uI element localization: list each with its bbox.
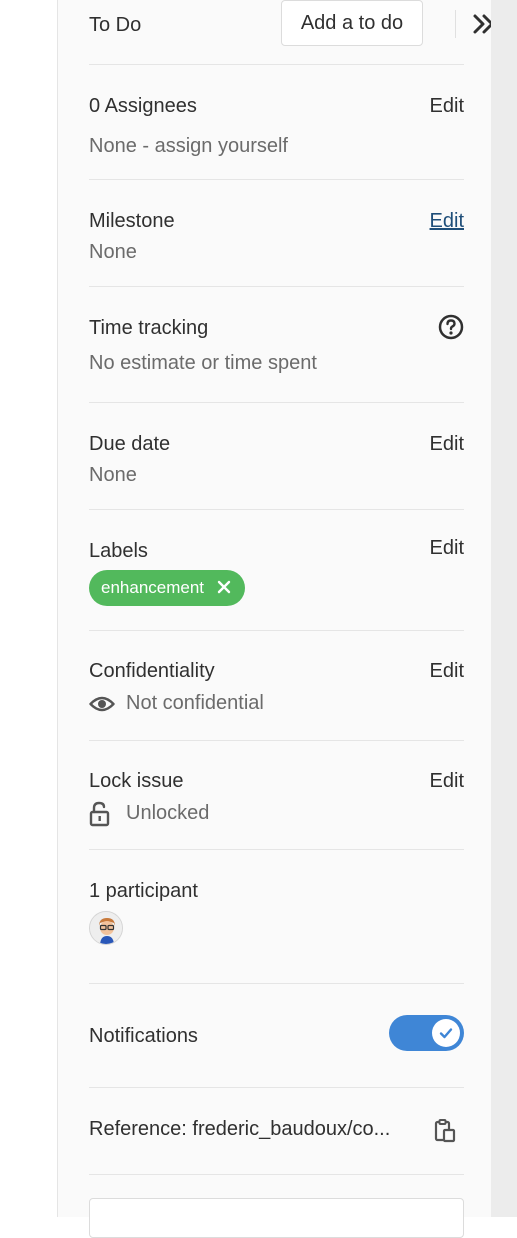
issue-sidebar: To Do Add a to do 0 Assignees Edit None … [57, 0, 494, 1238]
notifications-section: Notifications [89, 983, 464, 1088]
scrollbar[interactable] [491, 0, 517, 1217]
labels-title: Labels [89, 540, 148, 562]
notifications-title: Notifications [89, 1025, 198, 1047]
assignees-title: 0 Assignees [89, 95, 197, 117]
due-date-title: Due date [89, 433, 171, 455]
label-enhancement[interactable]: enhancement [89, 570, 245, 606]
check-icon [439, 1028, 453, 1039]
bottom-card [89, 1198, 464, 1238]
confidentiality-edit-link[interactable]: Edit [430, 660, 464, 683]
labels-edit-link[interactable]: Edit [430, 537, 464, 560]
lock-section: Lock issue Edit Unlocked [89, 740, 464, 850]
assignees-edit-link[interactable]: Edit [430, 95, 464, 118]
milestone-value: None [89, 241, 137, 263]
due-date-edit-link[interactable]: Edit [430, 433, 464, 456]
lock-edit-link[interactable]: Edit [430, 770, 464, 793]
lock-value: Unlocked [126, 802, 210, 824]
reference-text: Reference: frederic_baudoux/co... [89, 1118, 391, 1140]
assign-yourself-link[interactable]: None - assign yourself [89, 135, 288, 158]
todo-title: To Do [89, 14, 142, 36]
participants-section: 1 participant [89, 849, 464, 984]
participants-title: 1 participant [89, 880, 198, 902]
unlock-icon [89, 801, 110, 827]
add-todo-button[interactable]: Add a to do [281, 0, 423, 46]
label-name: enhancement [101, 578, 205, 597]
confidentiality-section: Confidentiality Edit Not confidential [89, 630, 464, 741]
confidentiality-value: Not confidential [126, 692, 264, 714]
milestone-title: Milestone [89, 210, 175, 232]
time-tracking-title: Time tracking [89, 317, 209, 339]
question-circle-icon[interactable] [438, 314, 464, 340]
close-icon[interactable] [215, 578, 233, 596]
notifications-toggle[interactable] [389, 1015, 464, 1051]
milestone-section: Milestone Edit None [89, 179, 464, 287]
clipboard-icon[interactable] [434, 1119, 456, 1143]
milestone-edit-link[interactable]: Edit [430, 210, 464, 233]
due-date-section: Due date Edit None [89, 402, 464, 510]
divider [455, 10, 456, 38]
due-date-value: None [89, 464, 137, 486]
toggle-knob [432, 1019, 460, 1047]
assignees-section: 0 Assignees Edit None - assign yourself [89, 64, 464, 180]
todo-section: To Do Add a to do [89, 0, 494, 65]
reference-section: Reference: frederic_baudoux/co... [89, 1087, 464, 1175]
lock-title: Lock issue [89, 770, 184, 792]
confidentiality-title: Confidentiality [89, 660, 215, 682]
time-tracking-section: Time tracking No estimate or time spent [89, 286, 464, 403]
time-tracking-value: No estimate or time spent [89, 352, 317, 374]
eye-icon [89, 696, 115, 712]
labels-section: Labels Edit enhancement [89, 509, 464, 631]
avatar[interactable] [89, 911, 123, 945]
